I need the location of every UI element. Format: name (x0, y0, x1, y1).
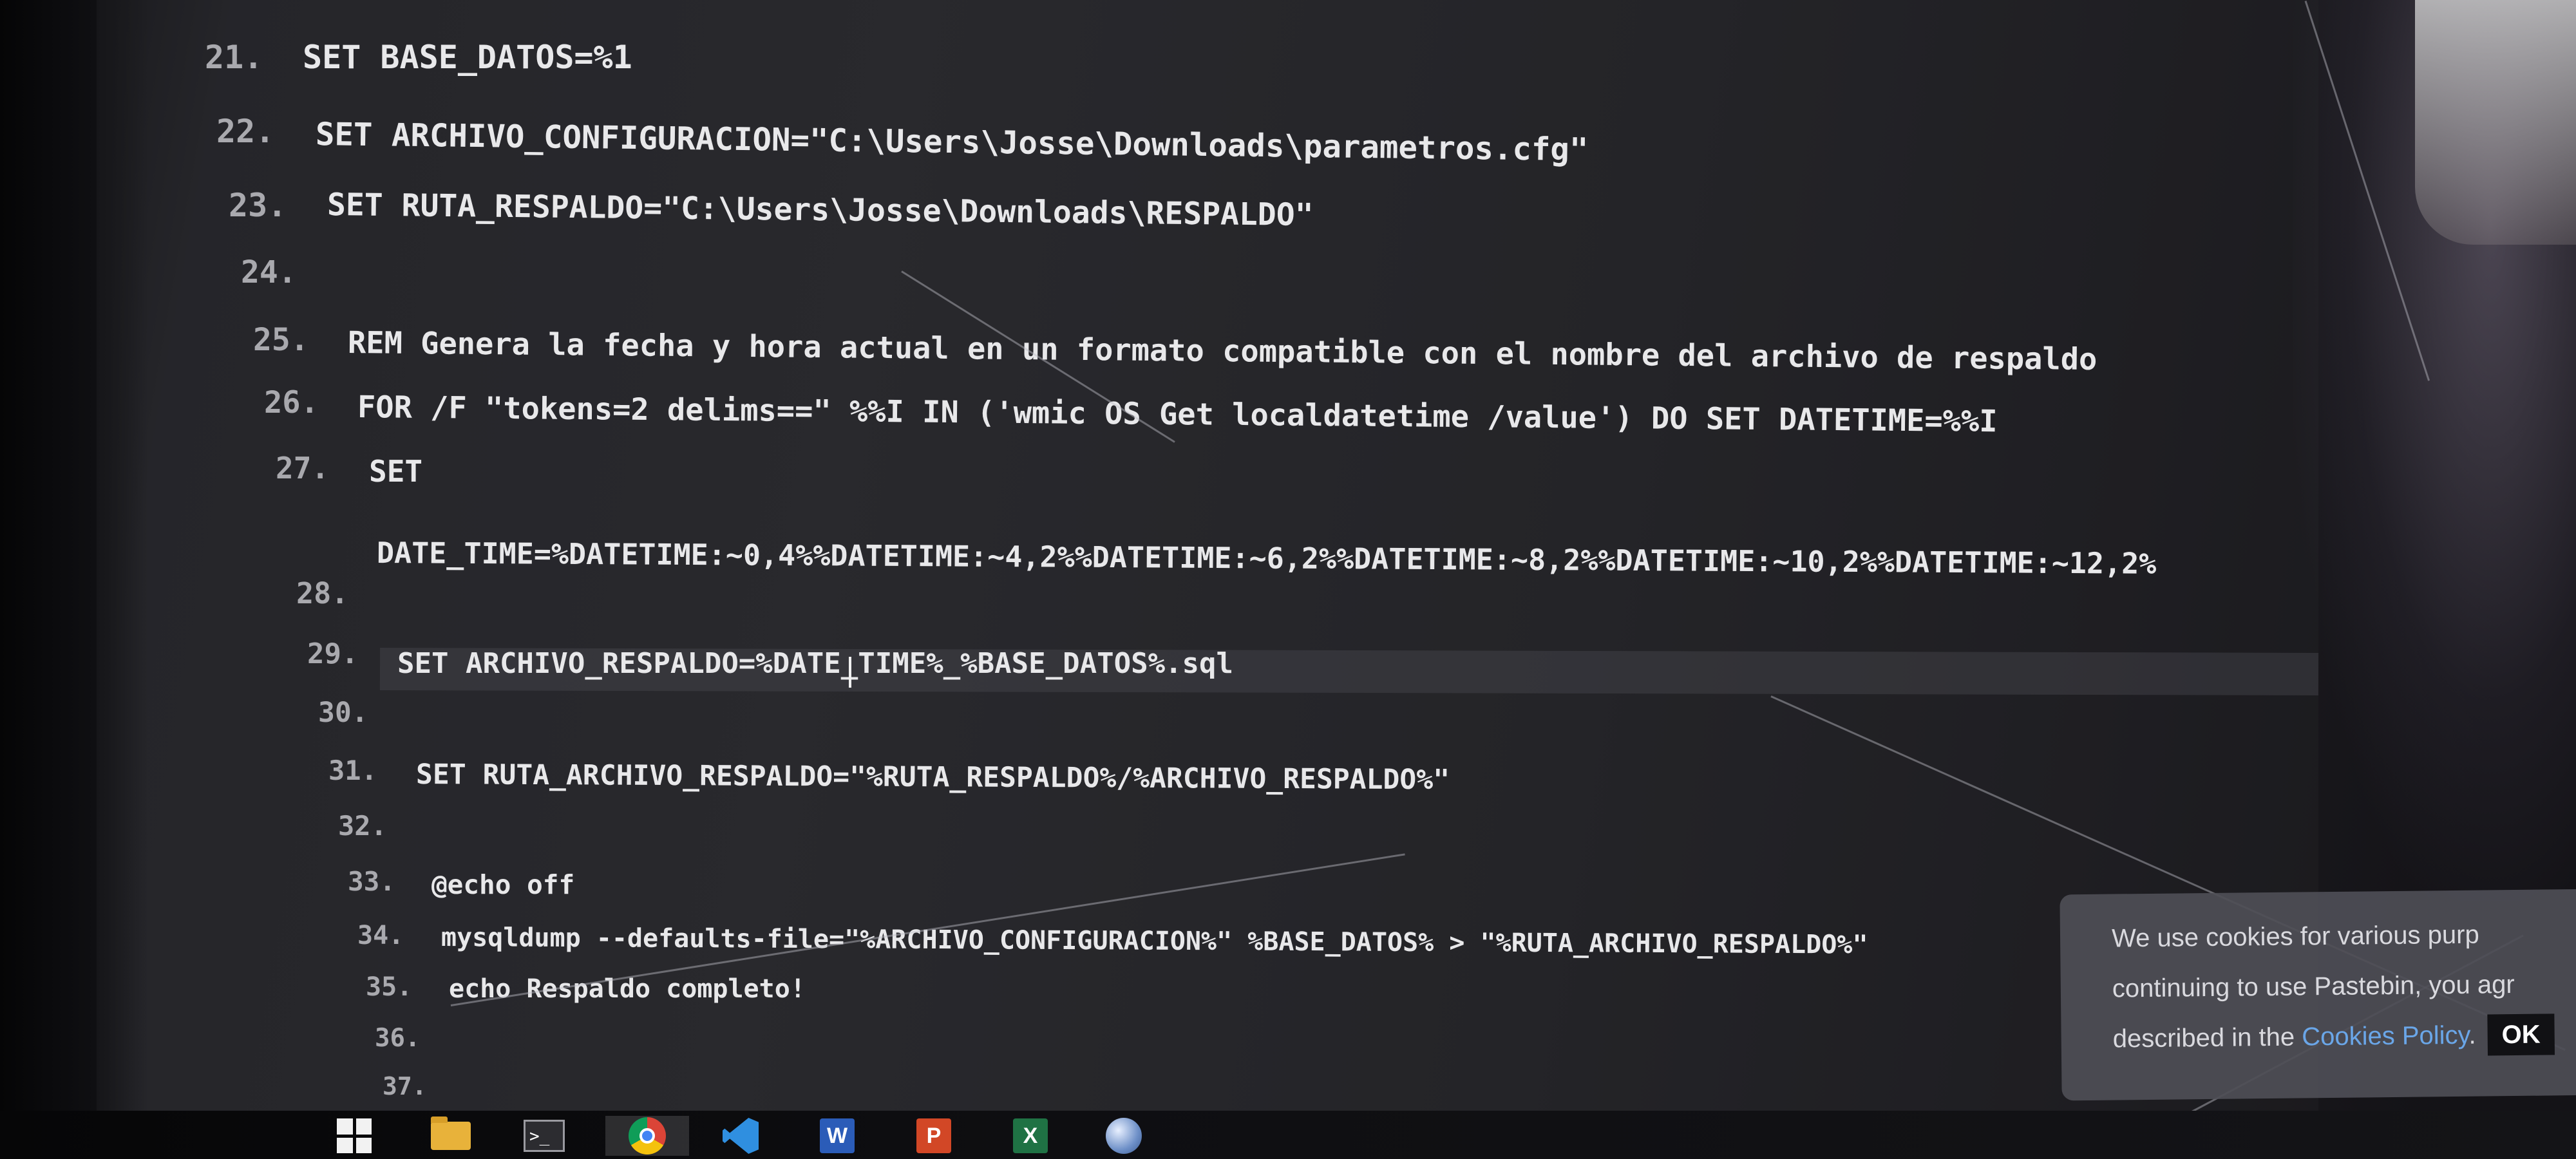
line-number: 24. (241, 254, 297, 290)
word-icon[interactable]: W (811, 1116, 863, 1156)
code-line: SET BASE_DATOS=%1 (303, 39, 632, 76)
chrome-icon[interactable] (605, 1116, 689, 1156)
cookie-text-line: described in the Cookies Policy. OK (2112, 1009, 2576, 1064)
reflection (2415, 0, 2576, 245)
line-number: 32. (338, 810, 387, 842)
line-number: 30. (318, 697, 368, 729)
line-number: 31. (328, 755, 377, 786)
vscode-icon[interactable] (715, 1116, 766, 1156)
line-number: 21. (205, 39, 263, 76)
excel-icon[interactable]: X (1005, 1116, 1056, 1156)
cookie-text-suffix: . (2468, 1021, 2476, 1050)
line-number: 29. (307, 637, 359, 670)
line-number: 27. (276, 451, 330, 485)
cookie-ok-button[interactable]: OK (2487, 1013, 2555, 1056)
line-number: 34. (357, 921, 404, 950)
line-number: 35. (366, 972, 413, 1002)
line-number: 25. (253, 322, 309, 358)
powerpoint-icon[interactable]: P (908, 1116, 960, 1156)
text-cursor (849, 657, 851, 688)
code-line: @echo off (431, 869, 575, 900)
photo-of-screen: 21. 22. 23. 24. 25. 26. 27. 28. 29. 30. … (0, 0, 2576, 1159)
cookies-policy-link[interactable]: Cookies Policy (2302, 1021, 2469, 1051)
code-line: SET ARCHIVO_RESPALDO=%DATE_TIME%_%BASE_D… (397, 647, 1234, 680)
cookie-text-line: continuing to use Pastebin, you agr (2112, 970, 2515, 1003)
line-number: 36. (375, 1024, 421, 1053)
terminal-icon[interactable]: >_ (518, 1116, 570, 1156)
windows-start-icon[interactable] (328, 1116, 380, 1156)
line-number: 28. (296, 576, 349, 610)
line-number: 23. (229, 187, 287, 224)
line-number: 26. (264, 385, 319, 420)
globe-icon[interactable] (1098, 1116, 1150, 1156)
windows-taskbar: >_ W P X (0, 1111, 2576, 1159)
code-line: SET RUTA_ARCHIVO_RESPALDO="%RUTA_RESPALD… (415, 759, 1450, 796)
line-number: 33. (348, 866, 396, 897)
line-number: 22. (216, 113, 275, 150)
cookie-consent-banner: We use cookies for various purp continui… (2060, 889, 2576, 1101)
cookie-text-prefix: described in the (2112, 1022, 2302, 1053)
cookie-text-line: We use cookies for various purp (2111, 920, 2479, 953)
line-number: 37. (383, 1072, 427, 1100)
code-line: echo Respaldo completo! (449, 974, 806, 1004)
file-explorer-icon[interactable] (425, 1116, 477, 1156)
code-line: SET (369, 454, 423, 489)
